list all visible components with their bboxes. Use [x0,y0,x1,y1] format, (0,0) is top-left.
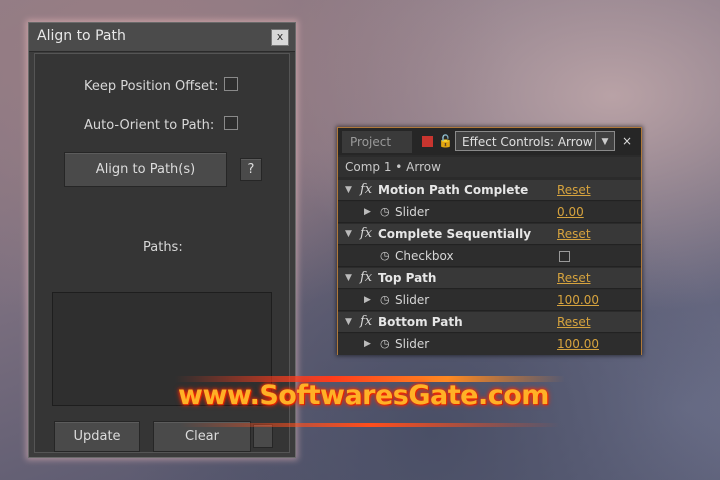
effect-row-complete-sequentially[interactable]: ▼ fx Complete Sequentially Reset [338,224,641,245]
effect-name: Bottom Path [378,315,463,329]
slider-value[interactable]: 100.00 [557,337,599,351]
property-name: Slider [395,205,430,219]
help-button[interactable]: ? [240,158,262,181]
update-button[interactable]: Update [54,421,140,452]
effect-row-motion-path-complete[interactable]: ▼ fx Motion Path Complete Reset [338,180,641,201]
collapse-triangle-icon[interactable]: ▶ [364,339,371,349]
property-name: Slider [395,293,430,307]
expand-triangle-icon[interactable]: ▼ [345,185,352,195]
stopwatch-icon[interactable]: ◷ [380,337,390,350]
property-row: ▶ ◷ Slider 100.00 [338,290,641,311]
label-color-swatch[interactable] [422,136,433,147]
effect-name: Motion Path Complete [378,183,529,197]
collapse-triangle-icon[interactable]: ▶ [364,295,371,305]
stopwatch-icon[interactable]: ◷ [380,205,390,218]
expand-triangle-icon[interactable]: ▼ [345,229,352,239]
reset-link[interactable]: Reset [557,227,591,241]
lock-icon[interactable]: 🔓 [438,134,453,148]
tab-project[interactable]: Project [342,131,412,153]
slider-value[interactable]: 100.00 [557,293,599,307]
property-name: Slider [395,337,430,351]
dialog-title-bar[interactable]: Align to Path x [29,23,295,52]
tab-menu-arrow-icon[interactable]: ▼ [595,132,614,150]
fx-icon[interactable]: fx [360,314,372,329]
effect-name: Complete Sequentially [378,227,532,241]
keep-position-offset-label: Keep Position Offset: [84,79,219,94]
effect-controls-panel: Project 🔓 Effect Controls: Arrow ▼ × Com… [337,127,642,355]
property-row: ▶ ◷ Slider 0.00 [338,202,641,223]
dialog-title: Align to Path [37,28,126,44]
fx-icon[interactable]: fx [360,226,372,241]
checkbox-control[interactable] [559,251,570,262]
auto-orient-label: Auto-Orient to Path: [84,118,215,133]
stopwatch-icon[interactable]: ◷ [380,249,390,262]
panel-close-icon[interactable]: × [622,134,632,148]
watermark-text: www.SoftwaresGate.com [178,380,549,411]
property-row: ◷ Checkbox [338,246,641,267]
watermark-underline [180,423,560,427]
fx-icon[interactable]: fx [360,270,372,285]
effect-row-top-path[interactable]: ▼ fx Top Path Reset [338,268,641,289]
collapse-triangle-icon[interactable]: ▶ [364,207,371,217]
slider-value[interactable]: 0.00 [557,205,584,219]
fx-icon[interactable]: fx [360,182,372,197]
align-to-paths-button[interactable]: Align to Path(s) [64,152,227,187]
panel-tab-bar: Project 🔓 Effect Controls: Arrow ▼ × [338,128,641,155]
tab-effect-controls[interactable]: Effect Controls: Arrow ▼ [455,131,615,151]
stopwatch-icon[interactable]: ◷ [380,293,390,306]
tab-effect-controls-label: Effect Controls: Arrow [462,135,593,149]
layer-header: Comp 1 • Arrow [338,157,641,177]
property-name: Checkbox [395,249,454,263]
auto-orient-checkbox[interactable] [224,116,238,130]
expand-triangle-icon[interactable]: ▼ [345,317,352,327]
paths-label: Paths: [143,240,183,255]
keep-position-offset-checkbox[interactable] [224,77,238,91]
effect-name: Top Path [378,271,437,285]
reset-link[interactable]: Reset [557,315,591,329]
reset-link[interactable]: Reset [557,183,591,197]
expand-triangle-icon[interactable]: ▼ [345,273,352,283]
property-row: ▶ ◷ Slider 100.00 [338,334,641,355]
effect-row-bottom-path[interactable]: ▼ fx Bottom Path Reset [338,312,641,333]
extra-button[interactable] [253,424,273,448]
reset-link[interactable]: Reset [557,271,591,285]
dialog-close-button[interactable]: x [271,29,289,46]
